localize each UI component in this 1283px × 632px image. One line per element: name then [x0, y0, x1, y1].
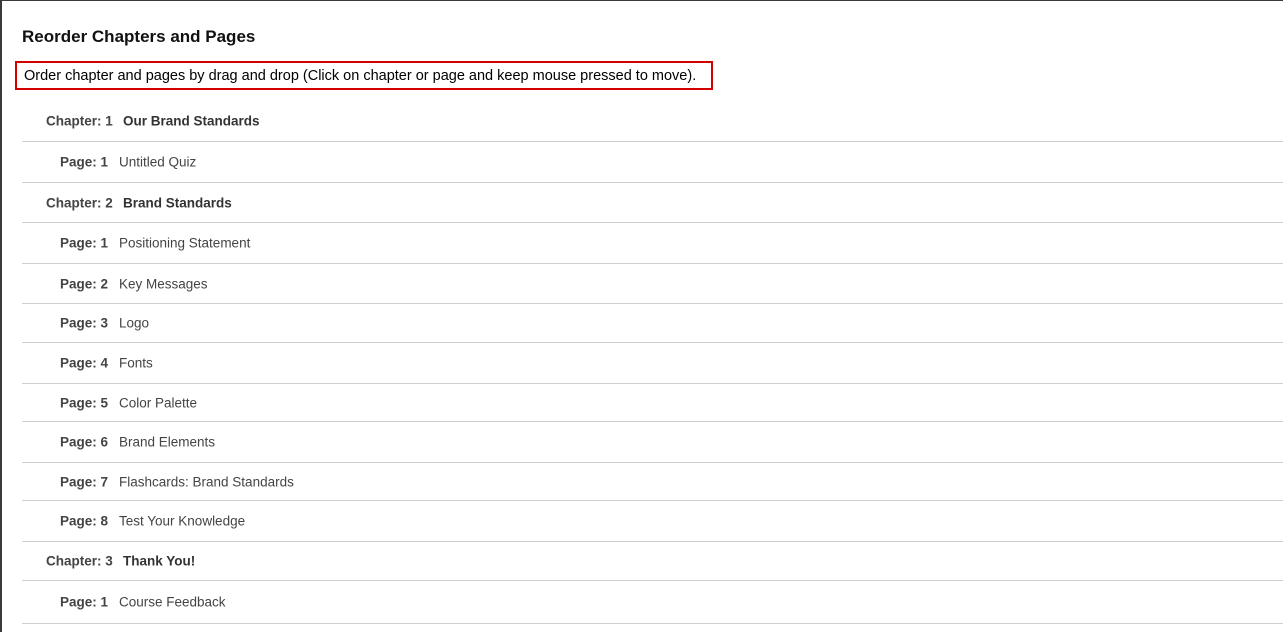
page-row[interactable]: Page: 1 Positioning Statement [22, 223, 1283, 264]
page-title-text: Key Messages [119, 276, 208, 291]
reorder-panel: Reorder Chapters and Pages Order chapter… [0, 0, 1283, 632]
page-title-text: Course Feedback [119, 594, 226, 610]
page-row[interactable]: Page: 1 Course Feedback [22, 581, 1283, 624]
chapter-row[interactable]: Chapter: 2 Brand Standards [22, 183, 1283, 223]
chapter-row[interactable]: Chapter: 1 Our Brand Standards [22, 101, 1283, 142]
page-title-text: Positioning Statement [119, 235, 251, 251]
page-title-text: Flashcards: Brand Standards [119, 474, 294, 489]
page-number: Page: 6 [60, 434, 109, 450]
page-row[interactable]: Page: 7 Flashcards: Brand Standards [22, 463, 1283, 501]
page-number: Page: 1 [60, 594, 109, 610]
sortable-list: Chapter: 1 Our Brand Standards Page: 1 U… [22, 101, 1283, 624]
page-number: Page: 2 [60, 276, 109, 291]
page-number: Page: 3 [60, 315, 109, 331]
chapter-title: Thank You! [123, 553, 196, 569]
page-number: Page: 7 [60, 474, 109, 489]
page-row[interactable]: Page: 6 Brand Elements [22, 422, 1283, 463]
page-row[interactable]: Page: 1 Untitled Quiz [22, 142, 1283, 183]
page-title-text: Logo [119, 315, 150, 331]
page-row[interactable]: Page: 2 Key Messages [22, 264, 1283, 304]
chapter-title: Brand Standards [123, 195, 232, 210]
page-title-text: Brand Elements [119, 434, 216, 450]
chapter-number: Chapter: 2 [46, 195, 113, 210]
instruction-text: Order chapter and pages by drag and drop… [15, 61, 713, 90]
page-number: Page: 1 [60, 154, 109, 170]
page-number: Page: 1 [60, 235, 109, 251]
page-title-text: Fonts [119, 355, 153, 371]
page-title: Reorder Chapters and Pages [22, 27, 256, 46]
page-row[interactable]: Page: 5 Color Palette [22, 384, 1283, 422]
page-number: Page: 8 [60, 513, 109, 529]
chapter-number: Chapter: 3 [46, 553, 113, 569]
page-row[interactable]: Page: 8 Test Your Knowledge [22, 501, 1283, 542]
page-title-text: Color Palette [119, 395, 198, 410]
chapter-title: Our Brand Standards [123, 113, 260, 129]
page-title-text: Untitled Quiz [119, 154, 197, 170]
page-number: Page: 5 [60, 395, 109, 410]
page-row[interactable]: Page: 4 Fonts [22, 343, 1283, 384]
page-number: Page: 4 [60, 355, 109, 371]
chapter-row[interactable]: Chapter: 3 Thank You! [22, 542, 1283, 581]
page-title-text: Test Your Knowledge [119, 513, 246, 529]
page-row[interactable]: Page: 3 Logo [22, 304, 1283, 343]
chapter-number: Chapter: 1 [46, 113, 113, 129]
